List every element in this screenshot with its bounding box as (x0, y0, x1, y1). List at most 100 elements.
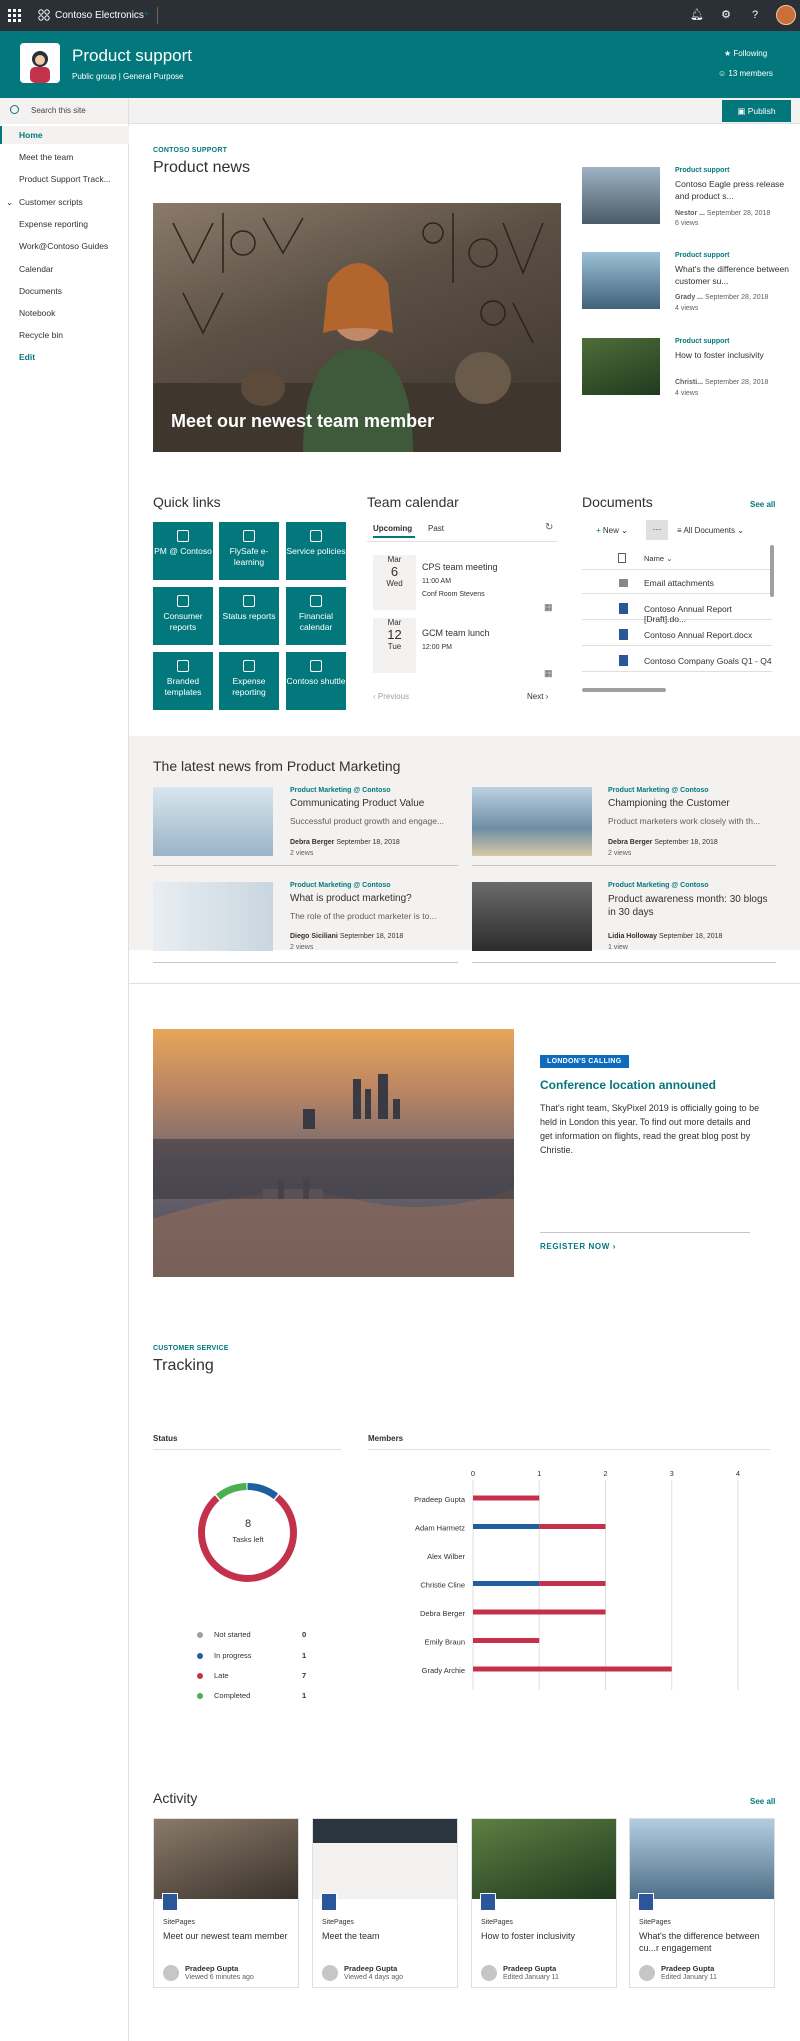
section-divider (129, 983, 800, 984)
quick-link-tile[interactable]: Financial calendar (286, 587, 346, 645)
plus-icon: + (596, 526, 603, 535)
nav-item-home[interactable]: Home (19, 130, 43, 140)
user-avatar[interactable] (776, 5, 796, 25)
quick-link-tile[interactable]: FlySafe e-learning (219, 522, 279, 580)
previous-button[interactable]: ‹ Previous (373, 692, 409, 701)
activity-card[interactable]: SitePages What's the difference between … (629, 1818, 775, 1988)
legend-item: Completed 1 (197, 1691, 306, 1700)
conference-title[interactable]: Conference location announed (540, 1078, 716, 1092)
nav-item-calendar[interactable]: Calendar (19, 264, 54, 274)
hero-title[interactable]: Meet our newest team member (171, 411, 434, 432)
page-details-button[interactable]: ⚙ Page details (288, 8, 345, 19)
news-item-category: Product support (675, 167, 730, 174)
horizontal-scrollbar[interactable] (582, 688, 666, 692)
gear-icon[interactable]: ⚙ (720, 9, 732, 21)
vertical-scrollbar[interactable] (770, 545, 774, 597)
members-button[interactable]: ☺ 13 members (718, 69, 773, 78)
marketing-item-author: Debra Berger September 18, 2018 (290, 839, 400, 846)
document-row[interactable]: Contoso Company Goals Q1 - Q4 (582, 650, 772, 672)
nav-item-product-support[interactable]: Product Support Track... (19, 174, 111, 184)
nav-item-expense-reporting[interactable]: Expense reporting (19, 219, 88, 229)
marketing-category: Product Marketing @ Contoso (290, 882, 391, 889)
nav-item-work-guides[interactable]: Work@Contoso Guides (19, 241, 108, 251)
nav-item-recycle-bin[interactable]: Recycle bin (19, 330, 63, 340)
tab-underline (373, 536, 415, 538)
word-icon (480, 1893, 496, 1911)
register-now-link[interactable]: REGISTER NOW › (540, 1242, 616, 1251)
news-item-title[interactable]: How to foster inclusivity (675, 349, 790, 361)
document-row[interactable]: Contoso Annual Report [Draft].do... (582, 598, 772, 624)
brand[interactable]: Contoso Electronics (38, 9, 144, 21)
more-options-icon[interactable]: ⋯ (646, 520, 668, 540)
donut-value: 8 (244, 1518, 252, 1530)
calendar-icon (310, 595, 322, 607)
activity-card[interactable]: SitePages How to foster inclusivity Prad… (471, 1818, 617, 1988)
follow-button[interactable]: ★ Following (724, 49, 767, 58)
add-to-calendar-icon[interactable]: ▦ (544, 602, 553, 613)
site-title[interactable]: Product support (72, 46, 192, 66)
quick-link-tile[interactable]: Contoso shuttle (286, 652, 346, 710)
new-button[interactable]: + New ⌄ (144, 8, 178, 19)
chevron-down-icon[interactable]: ⌄ (6, 197, 13, 208)
nav-item-customer-scripts[interactable]: Customer scripts (19, 197, 83, 207)
event-date: Mar 6 Wed (373, 555, 416, 610)
tab-past[interactable]: Past (428, 524, 444, 533)
column-header-name[interactable]: Name ⌄ (644, 554, 672, 563)
activity-see-all[interactable]: See all (750, 1797, 775, 1806)
legend-item: In progress 1 (197, 1651, 306, 1660)
search-input[interactable]: Search this site (31, 106, 86, 115)
london-image[interactable] (153, 1029, 514, 1277)
activity-status: Viewed 4 days ago (344, 1974, 404, 1981)
quick-link-tile[interactable]: Consumer reports (153, 587, 213, 645)
marketing-item-title[interactable]: Communicating Product Value (290, 798, 424, 809)
activity-card[interactable]: SitePages Meet the team Pradeep Gupta Vi… (312, 1818, 458, 1988)
quick-link-tile[interactable]: Branded templates (153, 652, 213, 710)
nav-item-notebook[interactable]: Notebook (19, 308, 55, 318)
marketing-thumbnail[interactable] (472, 882, 592, 951)
event-title[interactable]: CPS team meeting (422, 562, 498, 572)
event-title[interactable]: GCM team lunch (422, 628, 490, 638)
documents-new-button[interactable]: + New ⌄ (596, 526, 628, 535)
marketing-item-title[interactable]: What is product marketing? (290, 893, 412, 904)
nav-edit-link[interactable]: Edit (19, 352, 35, 362)
activity-status: Edited January 11 (661, 1974, 717, 1981)
quick-links-title: Quick links (153, 494, 221, 510)
app-launcher-icon[interactable] (8, 9, 21, 22)
quick-link-tile[interactable]: Expense reporting (219, 652, 279, 710)
next-button[interactable]: Next › (527, 692, 548, 701)
nav-item-meet-the-team[interactable]: Meet the team (19, 152, 73, 162)
marketing-thumbnail[interactable] (472, 787, 592, 856)
refresh-icon[interactable]: ↻ (545, 522, 553, 533)
document-row[interactable]: Email attachments (582, 572, 772, 594)
quick-link-tile[interactable]: PM @ Contoso (153, 522, 213, 580)
marketing-item-title[interactable]: Championing the Customer (608, 798, 730, 809)
divider (153, 865, 458, 866)
quick-link-tile[interactable]: Status reports (219, 587, 279, 645)
marketing-thumbnail[interactable] (153, 787, 273, 856)
activity-card[interactable]: SitePages Meet our newest team member Pr… (153, 1818, 299, 1988)
nav-item-documents[interactable]: Documents (19, 286, 62, 296)
marketing-thumbnail[interactable] (153, 882, 273, 951)
marketing-item-title[interactable]: Product awareness month: 30 blogs in 30 … (608, 893, 778, 919)
site-search[interactable]: Search this site (0, 98, 129, 124)
quick-link-tile[interactable]: Service policies (286, 522, 346, 580)
shuttle-icon (310, 660, 322, 672)
news-thumbnail[interactable] (582, 167, 660, 224)
add-to-calendar-icon[interactable]: ▦ (544, 668, 553, 679)
news-thumbnail[interactable] (582, 252, 660, 309)
activity-thumbnail (313, 1819, 457, 1899)
edit-button[interactable]: ✎ Edit (686, 8, 710, 19)
news-item-title[interactable]: What's the difference between customer s… (675, 263, 790, 287)
discard-changes-button[interactable]: ▧ Discard changes (200, 8, 274, 19)
documents-see-all[interactable]: See all (750, 500, 775, 509)
calendar-title: Team calendar (367, 494, 459, 510)
document-row[interactable]: Contoso Annual Report.docx (582, 624, 772, 646)
tab-upcoming[interactable]: Upcoming (373, 524, 412, 533)
marketing-item-desc: Successful product growth and engage... (290, 816, 445, 826)
news-title: Product news (153, 159, 250, 176)
news-thumbnail[interactable] (582, 338, 660, 395)
news-item-title[interactable]: Contoso Eagle press release and product … (675, 178, 790, 202)
help-icon[interactable]: ? (749, 9, 761, 21)
publish-button[interactable]: ▣ Publish (722, 100, 791, 122)
view-selector[interactable]: ≡ All Documents ⌄ (677, 526, 744, 535)
